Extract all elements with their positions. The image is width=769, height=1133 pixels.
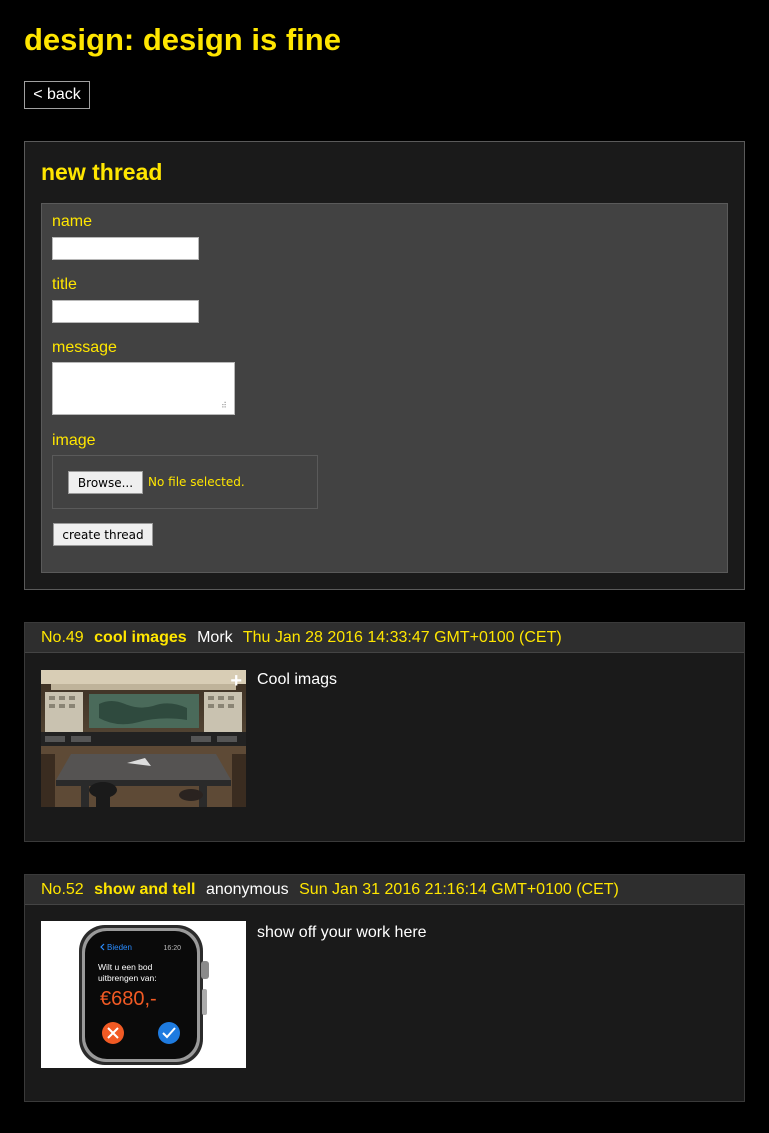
thread-header: No.49 cool images Mork Thu Jan 28 2016 1… bbox=[25, 623, 744, 653]
watch-back-label: Bieden bbox=[107, 943, 132, 952]
decline-icon bbox=[102, 1022, 124, 1044]
thread-card: No.52 show and tell anonymous Sun Jan 31… bbox=[24, 874, 745, 1102]
thread-author: anonymous bbox=[205, 881, 289, 898]
thread-date: Thu Jan 28 2016 14:33:47 GMT+0100 (CET) bbox=[242, 629, 562, 646]
image-label: image bbox=[52, 432, 96, 449]
smartwatch-image: Bieden 16:20 Wilt u een bod uitbrengen v… bbox=[79, 925, 209, 1065]
thread-image[interactable]: Bieden 16:20 Wilt u een bod uitbrengen v… bbox=[41, 921, 246, 1068]
file-status: No file selected. bbox=[148, 475, 245, 489]
resize-grip-icon[interactable]: ⠾ bbox=[221, 401, 231, 411]
message-label: message bbox=[52, 339, 117, 356]
title-input[interactable] bbox=[52, 300, 199, 323]
thread-message: Cool imags bbox=[257, 671, 338, 688]
title-label: title bbox=[52, 276, 77, 293]
thread-message: show off your work here bbox=[257, 924, 427, 941]
watch-time: 16:20 bbox=[163, 945, 181, 952]
thread-author: Mork bbox=[197, 629, 233, 646]
browse-button[interactable]: Browse... bbox=[68, 471, 143, 494]
new-thread-heading: new thread bbox=[41, 159, 163, 185]
control-room-photo bbox=[41, 670, 246, 807]
message-textarea[interactable] bbox=[52, 362, 235, 415]
thread-card: No.49 cool images Mork Thu Jan 28 2016 1… bbox=[24, 622, 745, 842]
watch-amount: €680,- bbox=[100, 988, 157, 1010]
thread-title[interactable]: cool images bbox=[94, 629, 186, 646]
confirm-icon bbox=[158, 1022, 180, 1044]
back-button[interactable]: < back bbox=[24, 81, 90, 109]
thread-date: Sun Jan 31 2016 21:16:14 GMT+0100 (CET) bbox=[299, 881, 619, 898]
new-thread-form: name title message ⠾ image Browse... No … bbox=[41, 203, 728, 573]
watch-question: Wilt u een bod uitbrengen van: bbox=[98, 962, 157, 983]
thread-number[interactable]: No.49 bbox=[41, 629, 84, 646]
name-input[interactable] bbox=[52, 237, 199, 260]
file-picker: Browse... No file selected. bbox=[52, 455, 318, 509]
name-label: name bbox=[52, 213, 93, 230]
thread-number[interactable]: No.52 bbox=[41, 881, 84, 898]
create-thread-button[interactable]: create thread bbox=[53, 523, 153, 546]
page-title: design: design is fine bbox=[24, 22, 341, 57]
thread-title[interactable]: show and tell bbox=[94, 881, 195, 898]
expand-icon[interactable]: + bbox=[230, 670, 242, 692]
new-thread-panel: new thread name title message ⠾ image Br… bbox=[24, 141, 745, 590]
thread-header: No.52 show and tell anonymous Sun Jan 31… bbox=[25, 875, 744, 905]
thread-image[interactable]: + bbox=[41, 670, 246, 807]
